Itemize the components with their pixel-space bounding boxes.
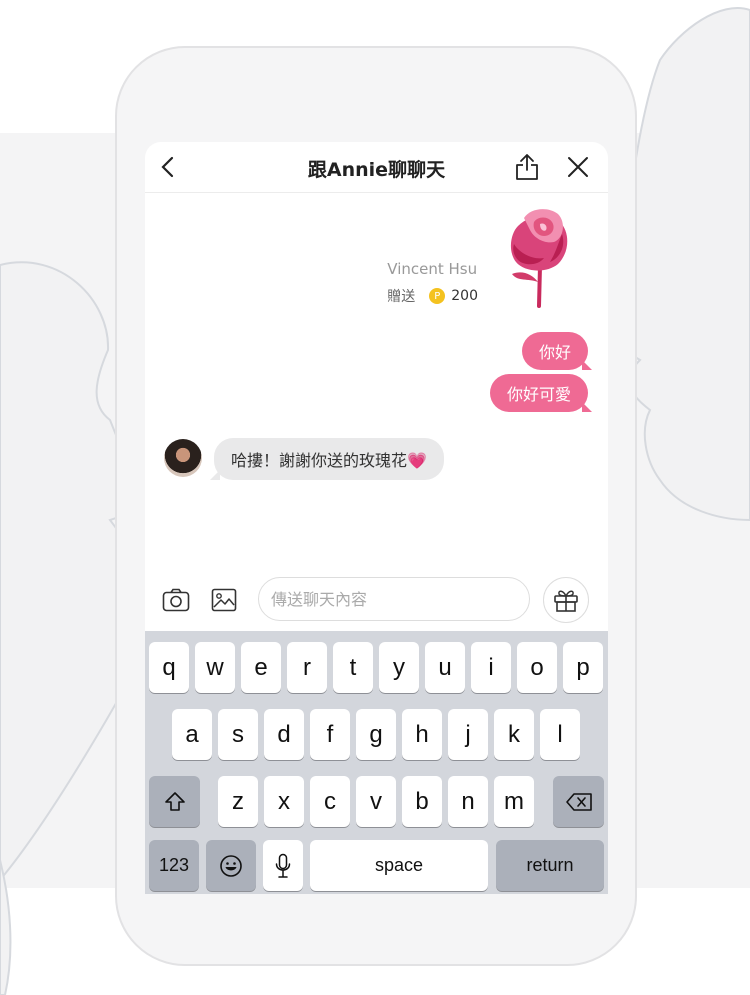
key-v[interactable]: v	[356, 776, 396, 827]
incoming-message: 哈摟！謝謝你送的玫瑰花💗	[210, 438, 444, 480]
gift-button[interactable]	[543, 577, 589, 623]
emoji-key[interactable]	[206, 840, 256, 891]
keyboard: q w e r t y u i o p a s d f g h j k l z …	[145, 631, 608, 894]
key-p[interactable]: p	[563, 642, 603, 693]
image-button[interactable]	[207, 583, 241, 617]
key-y[interactable]: y	[379, 642, 419, 693]
outgoing-message: 你好可愛	[489, 374, 593, 412]
shift-key[interactable]	[149, 776, 200, 827]
gift-amount: 200	[451, 288, 478, 304]
key-z[interactable]: z	[218, 776, 258, 827]
key-e[interactable]: e	[241, 642, 281, 693]
key-f[interactable]: f	[310, 709, 350, 760]
key-a[interactable]: a	[172, 709, 212, 760]
key-s[interactable]: s	[218, 709, 258, 760]
key-m[interactable]: m	[494, 776, 534, 827]
camera-icon	[162, 588, 190, 612]
message-input-bar	[145, 575, 608, 631]
backspace-icon	[565, 792, 592, 811]
key-i[interactable]: i	[471, 642, 511, 693]
key-k[interactable]: k	[494, 709, 534, 760]
numbers-key[interactable]: 123	[149, 840, 199, 891]
key-w[interactable]: w	[195, 642, 235, 693]
close-icon	[568, 157, 588, 177]
chat-header: 跟Annie聊聊天	[145, 142, 608, 193]
key-o[interactable]: o	[517, 642, 557, 693]
camera-button[interactable]	[159, 583, 193, 617]
shift-icon	[164, 791, 185, 811]
close-button[interactable]	[563, 152, 593, 182]
key-q[interactable]: q	[149, 642, 189, 693]
gift-sender: Vincent Hsu	[387, 260, 478, 278]
microphone-icon	[275, 853, 291, 878]
key-t[interactable]: t	[333, 642, 373, 693]
gift-line: 贈送 P 200	[387, 286, 478, 306]
dictation-key[interactable]	[263, 840, 303, 891]
chat-input[interactable]	[258, 577, 530, 621]
emoji-icon	[220, 854, 242, 877]
key-n[interactable]: n	[448, 776, 488, 827]
return-key[interactable]: return	[496, 840, 604, 891]
gift-notice: Vincent Hsu 贈送 P 200	[387, 260, 478, 306]
key-r[interactable]: r	[287, 642, 327, 693]
gift-icon	[554, 590, 578, 612]
space-key[interactable]: space	[310, 840, 488, 891]
chat-screen: 跟Annie聊聊天 Vincent Hsu 贈送 P 200 你好 你好可愛 哈…	[145, 142, 608, 894]
backspace-key[interactable]	[553, 776, 604, 827]
share-icon	[516, 154, 538, 180]
rose-icon	[510, 209, 568, 308]
share-button[interactable]	[512, 152, 542, 182]
key-c[interactable]: c	[310, 776, 350, 827]
coin-icon: P	[429, 288, 446, 304]
outgoing-message: 你好	[521, 332, 593, 370]
key-u[interactable]: u	[425, 642, 465, 693]
avatar[interactable]	[164, 439, 202, 477]
key-x[interactable]: x	[264, 776, 304, 827]
image-icon	[211, 588, 237, 612]
key-g[interactable]: g	[356, 709, 396, 760]
key-l[interactable]: l	[540, 709, 580, 760]
key-h[interactable]: h	[402, 709, 442, 760]
key-d[interactable]: d	[264, 709, 304, 760]
gift-action: 贈送	[387, 289, 416, 305]
key-j[interactable]: j	[448, 709, 488, 760]
key-b[interactable]: b	[402, 776, 442, 827]
